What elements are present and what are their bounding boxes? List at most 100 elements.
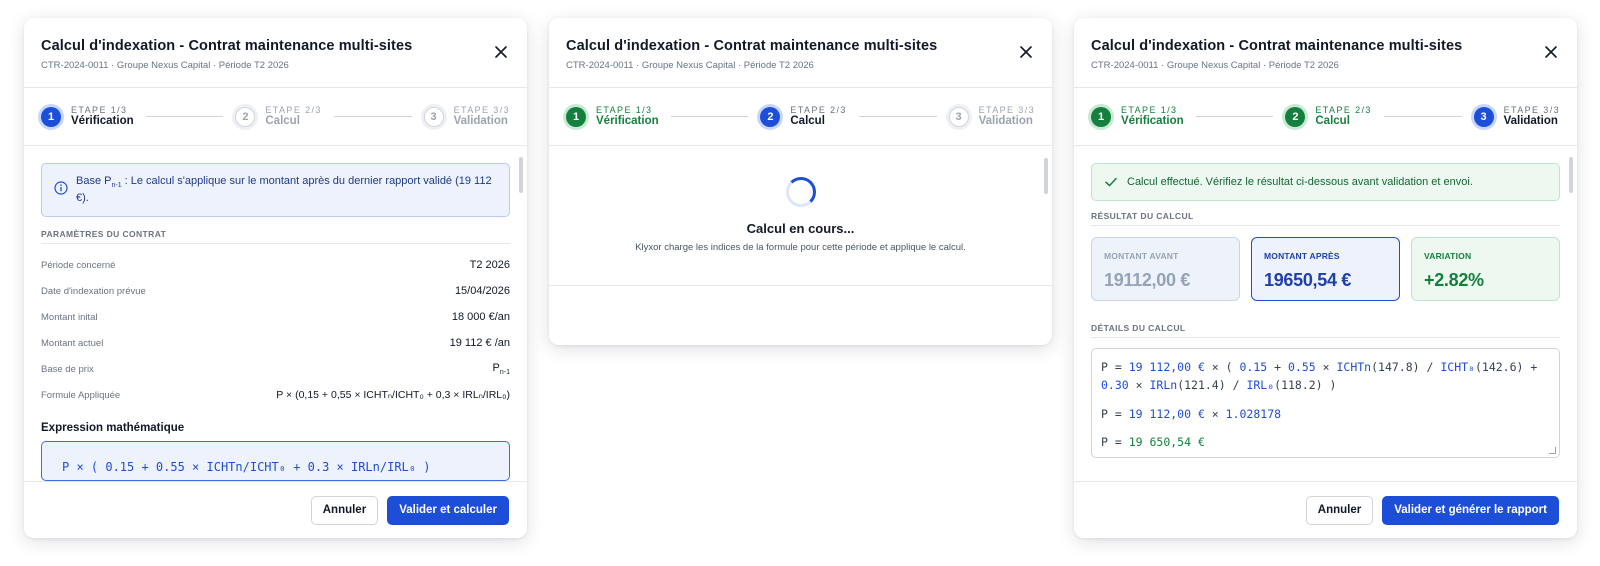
scrollbar[interactable]: [1044, 158, 1048, 194]
calculation-details[interactable]: P = 19 112,00 € × ( 0.15 + 0.55 × ICHTn(…: [1091, 348, 1560, 458]
close-icon[interactable]: [1018, 44, 1034, 60]
code-token: 19 112,00 €: [1128, 406, 1205, 421]
step-connector: [333, 116, 412, 117]
step-number: 2: [760, 106, 781, 127]
modal-body[interactable]: Calcul effectué. Vérifiez le résultat ci…: [1074, 147, 1577, 481]
base-value: P: [492, 362, 500, 375]
scrollbar[interactable]: [1569, 157, 1573, 193]
check-icon: [1105, 177, 1117, 187]
card-value: +2.82%: [1424, 270, 1484, 290]
param-label: Période concerné: [41, 259, 116, 271]
param-value: 19 112 € /an: [449, 337, 510, 350]
step-number: 1: [566, 106, 586, 127]
param-row: Date d'indexation prévue 15/04/2026: [41, 278, 510, 304]
expression-box: P × ( 0.15 + 0.55 × ICHTn/ICHT₀ + 0.3 × …: [41, 441, 510, 481]
step-kicker: ETAPE 1/3: [1121, 104, 1178, 115]
code-token: IRL₀: [1246, 378, 1275, 393]
indexation-modal-verification: Calcul d'indexation - Contrat maintenanc…: [24, 18, 527, 538]
modal-header: Calcul d'indexation - Contrat maintenanc…: [24, 18, 527, 88]
close-icon[interactable]: [493, 44, 509, 60]
code-token: 19 650,54 €: [1128, 435, 1205, 450]
info-prefix: Base P: [76, 175, 112, 187]
code-token: ICHT₀: [1440, 360, 1475, 374]
calc-line: P = 19 650,54 €: [1101, 433, 1550, 451]
step-number: 2: [1285, 106, 1306, 127]
step-kicker: ETAPE 1/3: [596, 104, 653, 115]
code-token: ×: [1204, 406, 1226, 421]
step-validation: 3 ETAPE 3/3 Validation: [423, 104, 511, 129]
param-row: Formule Appliquée P × (0,15 + 0,55 × ICHT…: [41, 382, 510, 408]
code-token: 0.55: [1287, 360, 1316, 374]
step-kicker: ETAPE 2/3: [1315, 104, 1372, 115]
base-subscript: n-1: [499, 369, 510, 377]
validate-and-calculate-button[interactable]: Valider et calculer: [387, 495, 509, 525]
modal-body[interactable]: Base Pn-1 : Le calcul s'applique sur le …: [24, 147, 527, 481]
success-banner: Calcul effectué. Vérifiez le résultat ci…: [1091, 163, 1560, 201]
code-token: (142.6) +: [1474, 360, 1538, 374]
validate-and-generate-report-button[interactable]: Valider et générer le rapport: [1382, 495, 1559, 525]
step-calcul: 2 ETAPE 2/3 Calcul: [760, 105, 846, 129]
param-label: Montant actuel: [41, 337, 104, 349]
step-kicker: ETAPE 2/3: [265, 104, 322, 115]
params-list: Période concerné T2 2026 Date d'indexatio…: [41, 252, 510, 408]
modal-footer: Annuler Valider et générer le rapport: [1074, 481, 1577, 538]
calc-line: 0.30 × IRLn(121.4) / IRL₀(118.2) ): [1101, 376, 1550, 394]
step-number: 3: [423, 106, 444, 127]
calc-line: P = 19 112,00 € × ( 0.15 + 0.55 × ICHTn(…: [1101, 358, 1550, 376]
section-title: PARAMÈTRES DU CONTRAT: [41, 229, 510, 245]
step-kicker: ETAPE 1/3: [71, 104, 128, 115]
spinner-icon: [785, 177, 816, 207]
step-verification: 1 ETAPE 1/3 Vérification: [41, 105, 134, 129]
code-token: ICHTn: [1336, 360, 1372, 374]
step-name: Calcul: [790, 115, 825, 128]
param-value: P × (0,15 + 0,55 × ICHTₙ/ICHT₀ + 0,3 × I…: [276, 389, 510, 402]
amount-before-card: MONTANT AVANT 19112,00 €: [1091, 237, 1240, 301]
code-token: IRLn: [1149, 378, 1178, 393]
code-token: 0.30: [1101, 378, 1129, 393]
info-icon: [54, 181, 68, 195]
param-label: Formule Appliquée: [41, 389, 121, 401]
step-number: 2: [235, 106, 256, 127]
step-connector: [858, 116, 937, 117]
step-validation: 3 ETAPE 3/3 Validation: [1473, 105, 1560, 129]
step-number: 3: [1473, 106, 1494, 127]
indexation-modal-validation: Calcul d'indexation - Contrat maintenanc…: [1074, 18, 1577, 538]
loading-panel: Calcul en cours... Klyxor charge les ind…: [549, 146, 1052, 286]
step-kicker: ETAPE 3/3: [453, 104, 511, 115]
step-name: Validation: [1503, 115, 1558, 128]
stepper: 1 ETAPE 1/3 Vérification 2 ETAPE 2/3 Calcu…: [1074, 88, 1577, 146]
step-number: 1: [1091, 106, 1111, 127]
param-value: Pn-1: [493, 362, 510, 376]
expression-title: Expression mathématique: [41, 422, 185, 435]
step-connector: [1195, 116, 1274, 117]
card-value: 19112,00 €: [1104, 270, 1191, 290]
cancel-button[interactable]: Annuler: [310, 495, 379, 525]
calc-line: P = 19 112,00 € × 1.028178: [1101, 405, 1550, 423]
code-token: +: [1267, 360, 1288, 374]
indexation-modal-loading: Calcul d'indexation - Contrat maintenanc…: [549, 18, 1052, 345]
success-text: Calcul effectué. Vérifiez le résultat ci…: [1127, 176, 1473, 188]
resize-handle[interactable]: [1549, 447, 1556, 454]
step-number: 1: [41, 106, 61, 127]
step-kicker: ETAPE 2/3: [790, 104, 847, 115]
code-token: P =: [1101, 360, 1129, 374]
code-token: P =: [1101, 435, 1129, 450]
modal-title: Calcul d'indexation - Contrat maintenanc…: [41, 38, 413, 54]
step-verification: 1 ETAPE 1/3 Vérification: [1091, 105, 1184, 129]
modal-footer: Annuler Valider et calculer: [24, 481, 527, 538]
card-label: VARIATION: [1424, 251, 1472, 261]
code-token: P =: [1101, 406, 1129, 421]
step-number: 3: [948, 106, 969, 127]
code-token: ×: [1315, 360, 1337, 374]
cancel-button[interactable]: Annuler: [1305, 495, 1374, 525]
close-icon[interactable]: [1543, 44, 1559, 60]
details-section-title: DÉTAILS DU CALCUL: [1091, 323, 1560, 338]
variation-card: VARIATION +2.82%: [1411, 237, 1560, 301]
code-token: 19 112,00 €: [1128, 360, 1205, 374]
code-token: 1.028178: [1225, 406, 1282, 421]
param-value: 18 000 €/an: [451, 311, 510, 324]
scrollbar[interactable]: [519, 157, 523, 193]
code-token: 0.15: [1239, 360, 1268, 374]
step-name: Validation: [453, 115, 508, 128]
info-banner: Base Pn-1 : Le calcul s'applique sur le …: [41, 163, 510, 218]
